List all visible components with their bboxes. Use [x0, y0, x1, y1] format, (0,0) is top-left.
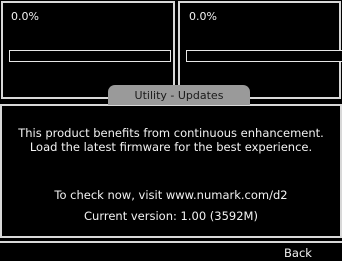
device-screen: 0.0% 0.0% This product benefits from con… [0, 0, 342, 261]
deck-right-percent: 0.0% [189, 10, 217, 23]
dialog-visit-text: To check now, visit www.numark.com/d2 [54, 188, 288, 202]
softkey-bar: Back [0, 241, 342, 261]
dialog-title-tab: Utility - Updates [108, 85, 250, 105]
updates-dialog: This product benefits from continuous en… [0, 104, 342, 238]
dialog-version-text: Current version: 1.00 (3592M) [84, 209, 258, 223]
back-button[interactable]: Back [262, 245, 334, 261]
deck-left-progress-bar [9, 50, 171, 62]
dialog-message: This product benefits from continuous en… [18, 126, 324, 154]
deck-right-progress-bar [186, 50, 342, 62]
deck-left-percent: 0.0% [11, 10, 39, 23]
